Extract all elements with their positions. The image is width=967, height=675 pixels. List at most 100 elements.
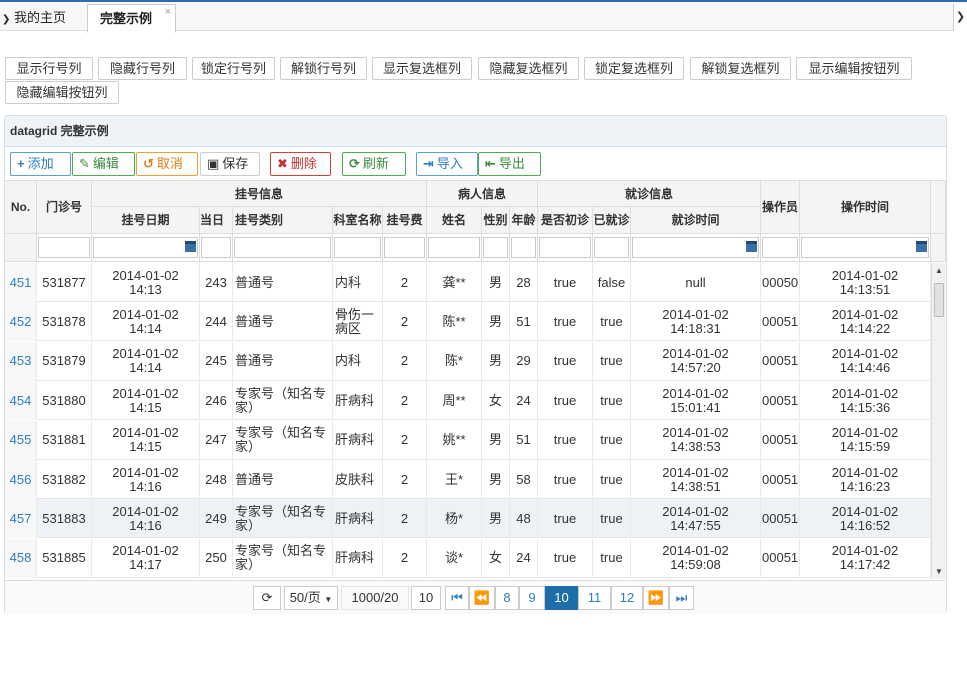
cell-visited: true xyxy=(593,420,631,460)
hide-edit-button[interactable]: 隐藏编辑按钮列 xyxy=(5,81,119,104)
last-page-icon[interactable]: ⏭ xyxy=(669,586,694,610)
page-10[interactable]: 10 xyxy=(545,586,578,610)
header-age[interactable]: 年龄 xyxy=(510,207,538,234)
header-fee[interactable]: 挂号费 xyxy=(383,207,427,234)
export-button[interactable]: ⇤ 导出 xyxy=(478,152,541,176)
cell-visit-time: 2014-01-02 14:18:31 xyxy=(631,302,761,342)
filter-fee-input[interactable] xyxy=(384,237,425,258)
page-8[interactable]: 8 xyxy=(495,586,519,610)
table-row[interactable]: 453 531879 2014-01-02 14:14 245 普通号 内科 2 陈* 男 29 tr… xyxy=(5,341,931,381)
cell-no[interactable]: 452 xyxy=(5,302,37,342)
cell-no[interactable]: 451 xyxy=(5,263,37,302)
header-clinic-no[interactable]: 门诊号 xyxy=(37,181,92,234)
header-visit-time[interactable]: 就诊时间 xyxy=(631,207,761,234)
lock-rownum-button[interactable]: 锁定行号列 xyxy=(192,57,275,80)
table-row[interactable]: 457 531883 2014-01-02 14:16 249 专家号（知名专家） 肝病科 2… xyxy=(5,499,931,539)
cell-age: 24 xyxy=(510,381,538,421)
hide-rownum-button[interactable]: 隐藏行号列 xyxy=(98,57,187,80)
page-12[interactable]: 12 xyxy=(611,586,643,610)
cell-name: 龚** xyxy=(427,263,482,302)
header-operator[interactable]: 操作员 xyxy=(761,181,800,234)
cell-no[interactable]: 456 xyxy=(5,460,37,499)
cell-no[interactable]: 455 xyxy=(5,420,37,460)
vertical-scrollbar[interactable]: ▲ ▼ xyxy=(931,263,946,579)
filter-name-input[interactable] xyxy=(428,237,480,258)
header-same-day[interactable]: 当日 xyxy=(200,207,233,234)
filter-dept-input[interactable] xyxy=(334,237,381,258)
filter-operator-input[interactable] xyxy=(762,237,798,258)
calendar-icon[interactable] xyxy=(916,241,927,252)
cancel-button[interactable]: ↺ 取消 xyxy=(136,152,198,176)
table-row[interactable]: 454 531880 2014-01-02 14:15 246 专家号（知名专家） 肝病科 2… xyxy=(5,381,931,421)
panel-title: datagrid 完整示例 xyxy=(5,116,946,147)
cell-no[interactable]: 457 xyxy=(5,499,37,539)
show-checkbox-button[interactable]: 显示复选框列 xyxy=(372,57,472,80)
header-visited[interactable]: 已就诊 xyxy=(593,207,631,234)
delete-button[interactable]: ✖ 删除 xyxy=(270,152,331,176)
filter-reg-type-input[interactable] xyxy=(234,237,331,258)
header-sex[interactable]: 性别 xyxy=(482,207,510,234)
filter-reg-date-input[interactable] xyxy=(93,237,198,258)
cell-no[interactable]: 453 xyxy=(5,341,37,381)
cell-operator: 000515 xyxy=(761,538,800,578)
filter-same-day-input[interactable] xyxy=(201,237,231,258)
header-reg-date[interactable]: 挂号日期 xyxy=(92,207,200,234)
calendar-icon[interactable] xyxy=(746,241,757,252)
cell-visit-time-part: 14:38:53 xyxy=(670,439,721,455)
cell-op-time: 2014-01-02 14:16:23 xyxy=(800,460,931,499)
calendar-icon[interactable] xyxy=(185,241,196,252)
add-button[interactable]: + 添加 xyxy=(10,152,71,176)
cell-reg-date-part: 2014-01-02 xyxy=(112,267,179,283)
filter-clinic-input[interactable] xyxy=(38,237,90,258)
refresh-icon[interactable]: ⟳ xyxy=(253,586,281,610)
scroll-up-icon[interactable]: ▲ xyxy=(935,266,943,275)
save-button[interactable]: ▣ 保存 xyxy=(200,152,260,176)
filter-first-input[interactable] xyxy=(539,237,591,258)
header-first-visit[interactable]: 是否初诊 xyxy=(538,207,593,234)
filter-op-time-input[interactable] xyxy=(801,237,929,258)
close-icon[interactable]: × xyxy=(165,0,171,26)
header-dept[interactable]: 科室名称 xyxy=(333,207,383,234)
cell-no[interactable]: 454 xyxy=(5,381,37,421)
table-row[interactable]: 456 531882 2014-01-02 14:16 248 普通号 皮肤科 2 王* 男 58 t… xyxy=(5,460,931,499)
scroll-thumb[interactable] xyxy=(934,283,944,317)
hide-checkbox-button[interactable]: 隐藏复选框列 xyxy=(478,57,579,80)
cell-reg-date-part: 14:14 xyxy=(129,320,162,336)
filter-age-input[interactable] xyxy=(511,237,536,258)
first-page-icon[interactable]: ⏮ xyxy=(445,586,469,610)
cell-age: 51 xyxy=(510,420,538,460)
header-op-time[interactable]: 操作时间 xyxy=(800,181,931,234)
page-number-input[interactable]: 10 xyxy=(411,586,441,610)
header-name[interactable]: 姓名 xyxy=(427,207,482,234)
table-row[interactable]: 452 531878 2014-01-02 14:14 244 普通号 骨伤一病区 2 陈** 男… xyxy=(5,302,931,342)
unlock-rownum-button[interactable]: 解锁行号列 xyxy=(280,57,367,80)
next-page-icon[interactable]: ⏩ xyxy=(643,586,669,610)
cell-fee: 2 xyxy=(383,499,427,539)
tab-full-example[interactable]: 完整示例 × xyxy=(87,4,176,33)
cell-no[interactable]: 458 xyxy=(5,538,37,578)
table-row[interactable]: 455 531881 2014-01-02 14:15 247 专家号（知名专家） 肝病科 2… xyxy=(5,420,931,460)
table-row[interactable]: 451 531877 2014-01-02 14:13 243 普通号 内科 2 龚** 男 28 t… xyxy=(5,263,931,302)
refresh-button[interactable]: ⟳ 刷新 xyxy=(342,152,406,176)
show-edit-button[interactable]: 显示编辑按钮列 xyxy=(796,57,912,80)
table-row[interactable]: 458 531885 2014-01-02 14:17 250 专家号（知名专家） 肝病科 2… xyxy=(5,538,931,578)
filter-age xyxy=(510,234,538,262)
import-button[interactable]: ⇥ 导入 xyxy=(416,152,478,176)
filter-sex-input[interactable] xyxy=(483,237,508,258)
cell-age: 24 xyxy=(510,538,538,578)
prev-page-icon[interactable]: ⏪ xyxy=(469,586,495,610)
tab-home[interactable]: ❯ 我的主页 xyxy=(0,4,80,33)
page-11[interactable]: 11 xyxy=(578,586,611,610)
show-rownum-button[interactable]: 显示行号列 xyxy=(5,57,93,80)
unlock-checkbox-button[interactable]: 解锁复选框列 xyxy=(690,57,791,80)
scroll-down-icon[interactable]: ▼ xyxy=(935,567,943,576)
filter-visited-input[interactable] xyxy=(594,237,629,258)
chevron-down-icon[interactable]: ❯ xyxy=(953,4,967,31)
header-reg-type[interactable]: 挂号类别 xyxy=(233,207,333,234)
filter-operator xyxy=(761,234,800,262)
lock-checkbox-button[interactable]: 锁定复选框列 xyxy=(584,57,684,80)
page-9[interactable]: 9 xyxy=(519,586,545,610)
edit-button[interactable]: ✎ 编辑 xyxy=(72,152,135,176)
filter-visit-time-input[interactable] xyxy=(632,237,759,258)
page-size-select[interactable]: 50/页 ▼ xyxy=(284,586,338,610)
